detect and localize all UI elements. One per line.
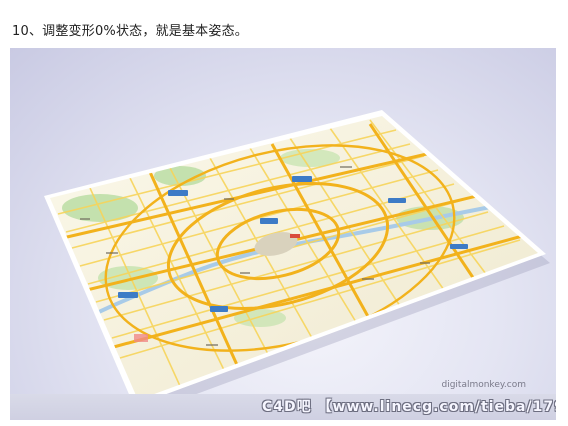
- forum-watermark: C4D吧 【www.linecg.com/tieba/1799】: [262, 399, 556, 415]
- site-watermark: digitalmonkey.com: [441, 380, 526, 390]
- highlight-marker: [134, 334, 148, 342]
- step-caption: 10、调整变形0%状态，就是基本姿态。: [12, 24, 248, 39]
- map-label: [292, 176, 312, 182]
- map-label: [118, 292, 138, 298]
- map-label: [260, 218, 278, 224]
- park-area: [62, 194, 138, 222]
- map-label: [388, 198, 406, 203]
- highlight-marker: [290, 234, 300, 238]
- map-label: [210, 306, 228, 312]
- map-label: [168, 190, 188, 196]
- map-plane-render: [44, 110, 550, 412]
- render-preview: digitalmonkey.com C4D吧 【www.linecg.com/t…: [10, 48, 556, 420]
- forum-watermark-bar: C4D吧 【www.linecg.com/tieba/1799】: [10, 394, 556, 420]
- map-label: [450, 244, 468, 249]
